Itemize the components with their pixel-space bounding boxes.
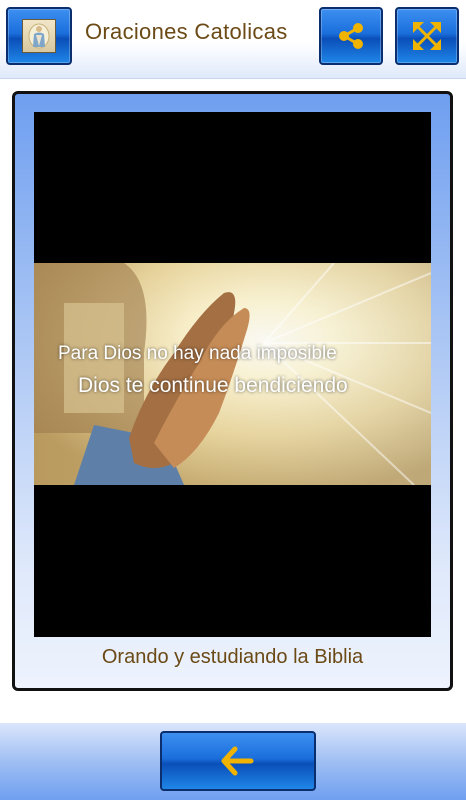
video-caption: Orando y estudiando la Biblia (101, 646, 364, 668)
share-icon (339, 23, 363, 49)
fullscreen-button[interactable] (395, 7, 459, 65)
back-button[interactable] (160, 731, 316, 791)
fullscreen-icon (413, 22, 441, 50)
virgin-mary-icon (22, 19, 56, 53)
page-title: Oraciones Catolicas (85, 19, 288, 44)
app-icon-button[interactable] (6, 7, 72, 65)
video-text-line2: Dios te continue bendiciendo (78, 374, 348, 397)
share-button[interactable] (319, 7, 383, 65)
video-text-line1: Para Dios no hay nada imposible (58, 343, 337, 364)
video-frame: Para Dios no hay nada imposible Dios te … (34, 263, 431, 485)
video-player[interactable]: Para Dios no hay nada imposible Dios te … (34, 112, 431, 637)
arrow-left-icon (221, 746, 254, 776)
